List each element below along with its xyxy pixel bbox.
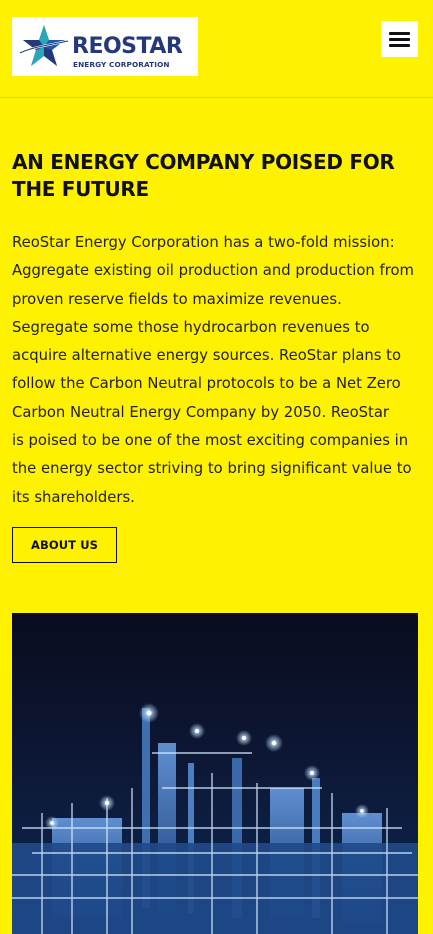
star-logo-icon	[19, 25, 69, 66]
paragraph-line: the energy sector striving to bring sign…	[12, 460, 412, 478]
paragraph-line: Segregate some those hydrocarbon revenue…	[12, 318, 370, 336]
paragraph-line: Carbon Neutral Energy Company by 2050. R…	[12, 403, 389, 421]
menu-button[interactable]	[381, 21, 418, 57]
page-heading: AN ENERGY COMPANY POISED FOR THE FUTURE	[12, 150, 395, 201]
logo-subtitle: ENERGY CORPORATION	[73, 60, 170, 69]
paragraph-line: is poised to be one of the most exciting…	[12, 432, 409, 450]
paragraph-line: follow the Carbon Neutral protocols to b…	[12, 375, 401, 393]
paragraph-line: acquire alternative energy sources. ReoS…	[12, 347, 402, 365]
reostar-logo[interactable]: REOSTAR ENERGY CORPORATION	[12, 17, 198, 76]
about-us-button[interactable]: ABOUT US	[12, 527, 117, 563]
site-header: REOSTAR ENERGY CORPORATION	[0, 0, 433, 98]
logo-name: REOSTAR	[72, 34, 183, 59]
paragraph-line: ReoStar Energy Corporation has a two-fol…	[12, 234, 395, 251]
mission-paragraph: ReoStar Energy Corporation has a two-fol…	[12, 229, 420, 512]
paragraph-line: proven reserve fields to maximize revenu…	[12, 290, 342, 308]
refinery-at-night-image	[12, 613, 418, 934]
paragraph-line: its shareholders.	[12, 488, 135, 506]
paragraph-line: Aggregate existing oil production and pr…	[12, 262, 414, 280]
